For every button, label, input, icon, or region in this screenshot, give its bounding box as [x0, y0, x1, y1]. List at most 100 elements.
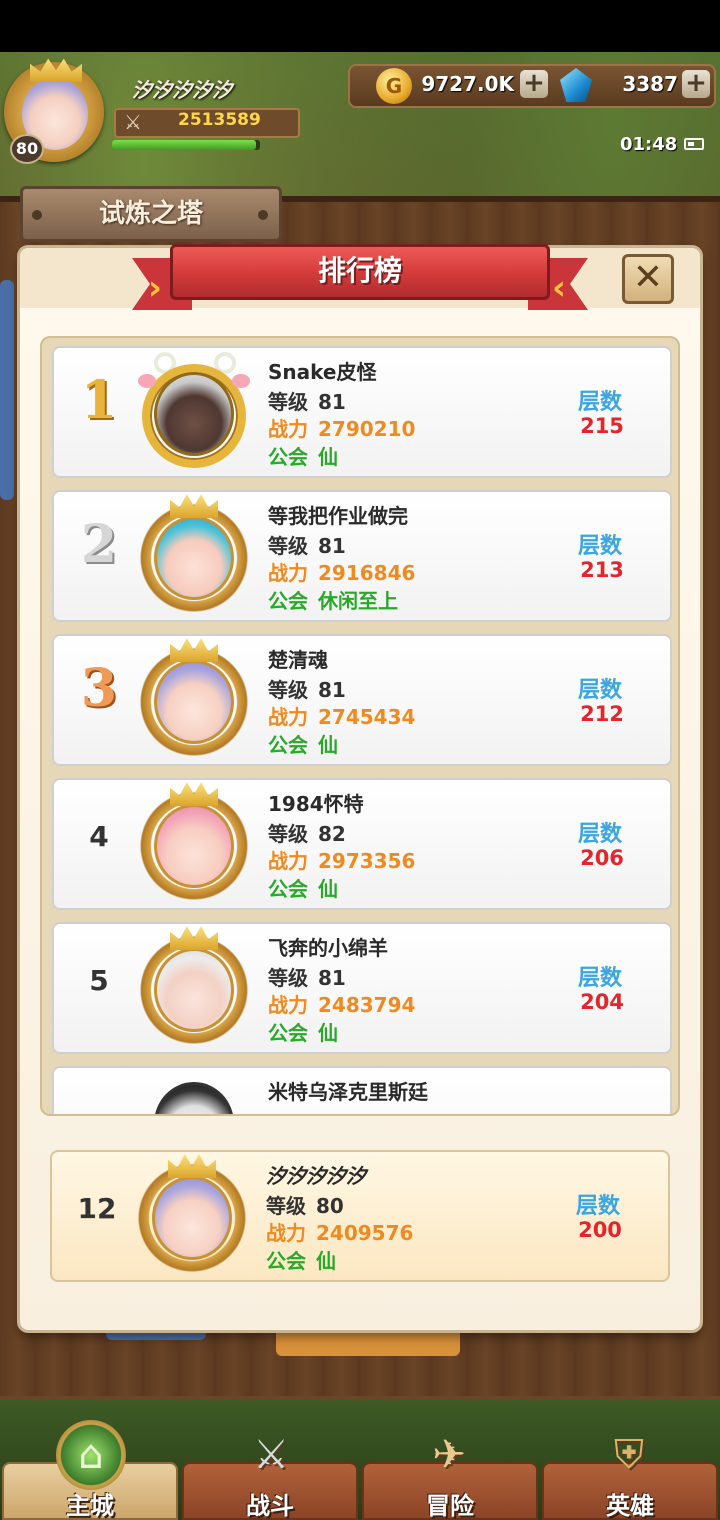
avatar-ornament — [138, 374, 156, 388]
rank-number: 1 — [80, 370, 118, 431]
floors-value: 215 — [580, 414, 624, 438]
ranking-row[interactable]: 3 楚清魂 等级 81 战力 2745434 公会仙 层数 212 — [52, 634, 672, 766]
level-stat: 等级 80 — [266, 1190, 344, 1219]
ranking-row[interactable]: 5 飞奔的小绵羊 等级 81 战力 2483794 公会仙 层数 204 — [52, 922, 672, 1054]
level-stat: 等级 82 — [268, 818, 346, 847]
power-label: 战力 — [268, 993, 308, 1017]
guild-stat: 公会仙 — [268, 441, 338, 470]
castle-icon[interactable]: ⌂ — [56, 1420, 126, 1490]
player-name: Snake皮怪 — [268, 360, 377, 384]
player-name: 米特乌泽克里斯廷 — [268, 1080, 428, 1104]
floors-value: 206 — [580, 846, 624, 870]
player-power-value: 2513589 — [178, 110, 261, 130]
guild-value: 仙 — [316, 1249, 336, 1273]
avatar — [154, 948, 234, 1032]
guild-value: 仙 — [318, 877, 338, 901]
power-stat: 战力 2973356 — [268, 845, 415, 874]
rank-number: 4 — [89, 820, 109, 853]
ranking-row[interactable]: 2 等我把作业做完 等级 81 战力 2916846 公会 休闲至上 层数 213 — [52, 490, 672, 622]
power-label: 战力 — [268, 849, 308, 873]
ranking-row[interactable]: 4 1984怀特 等级 82 战力 2973356 公会仙 层数 206 — [52, 778, 672, 910]
floors-value: 204 — [580, 990, 624, 1014]
power-value: 2973356 — [318, 849, 416, 873]
hero-shield-icon[interactable]: ⛨ — [594, 1420, 664, 1490]
avatar-ornament — [232, 374, 250, 388]
floors-value: 200 — [578, 1218, 622, 1242]
level-value: 81 — [318, 534, 346, 558]
power-label: 战力 — [268, 705, 308, 729]
rank-number: 2 — [80, 514, 118, 575]
nav-label: 主城 — [66, 1492, 114, 1520]
ranking-row[interactable]: 1 Snake皮怪 等级 81 战力 2790210 公会仙 层数 215 — [52, 346, 672, 478]
guild-stat: 公会仙 — [268, 1017, 338, 1046]
crossed-swords-icon[interactable]: ⚔ — [236, 1420, 306, 1490]
player-name: 1984怀特 — [268, 792, 364, 816]
power-value: 2745434 — [318, 705, 416, 729]
level-value: 81 — [318, 390, 346, 414]
rank-number: 12 — [77, 1192, 117, 1225]
battery-icon — [684, 138, 704, 150]
power-label: 战力 — [266, 1221, 306, 1245]
guild-stat: 公会仙 — [268, 873, 338, 902]
guild-label: 公会 — [268, 1021, 308, 1045]
floors-value: 212 — [580, 702, 624, 726]
level-stat: 等级 81 — [268, 674, 346, 703]
player-name: 汐汐汐汐汐 — [266, 1164, 366, 1188]
guild-label: 公会 — [268, 589, 308, 613]
gold-value: 9727.0K — [421, 72, 514, 96]
power-stat: 战力 2745434 — [268, 701, 415, 730]
level-label: 等级 — [268, 534, 308, 558]
guild-stat: 公会仙 — [268, 729, 338, 758]
rank-number: 5 — [89, 964, 109, 997]
guild-value: 仙 — [318, 1021, 338, 1045]
level-label: 等级 — [268, 390, 308, 414]
dialog-title: 排行榜 — [170, 244, 550, 300]
floors-label: 层数 — [578, 390, 623, 415]
chevron-right-icon: › — [148, 268, 163, 308]
player-name: 汐汐汐汐汐 — [132, 78, 232, 102]
guild-value: 休闲至上 — [318, 589, 398, 613]
power-label: 战力 — [268, 417, 308, 441]
floors-value: 213 — [580, 558, 624, 582]
level-stat: 等级 81 — [268, 530, 346, 559]
level-label: 等级 — [268, 678, 308, 702]
level-stat: 等级 81 — [268, 962, 346, 991]
power-value: 2409576 — [316, 1221, 414, 1245]
ranking-list[interactable]: 1 Snake皮怪 等级 81 战力 2790210 公会仙 层数 215 2 等我… — [40, 336, 680, 1116]
level-value: 81 — [318, 678, 346, 702]
player-exp-bar — [112, 140, 260, 150]
add-gold-button[interactable]: + — [520, 70, 548, 98]
ranking-row[interactable]: 米特乌泽克里斯廷 — [52, 1066, 672, 1114]
nav-label: 战斗 — [246, 1492, 294, 1520]
power-label: 战力 — [268, 561, 308, 585]
nav-label: 冒险 — [426, 1492, 474, 1520]
power-value: 2916846 — [318, 561, 416, 585]
guild-label: 公会 — [268, 733, 308, 757]
power-value: 2483794 — [318, 993, 416, 1017]
guild-label: 公会 — [268, 445, 308, 469]
system-status-bar — [0, 0, 720, 52]
plaque-rivet — [32, 210, 42, 220]
crossed-swords-icon: ⚔ — [124, 110, 142, 134]
map-scroll-icon[interactable]: ✈ — [414, 1420, 484, 1490]
player-name: 飞奔的小绵羊 — [268, 936, 388, 960]
add-gems-button[interactable]: + — [682, 70, 710, 98]
clock: 01:48 — [620, 134, 678, 155]
floors-label: 层数 — [578, 966, 623, 991]
level-label: 等级 — [266, 1194, 306, 1218]
my-ranking-row[interactable]: 12 汐汐汐汐汐 等级 80 战力 2409576 公会仙 层数 200 — [50, 1150, 670, 1282]
location-title: 试炼之塔 — [20, 186, 282, 242]
avatar — [154, 804, 234, 888]
avatar — [154, 372, 234, 456]
floors-label: 层数 — [578, 678, 623, 703]
guild-label: 公会 — [266, 1249, 306, 1273]
power-stat: 战力 2409576 — [266, 1217, 413, 1246]
power-stat: 战力 2483794 — [268, 989, 415, 1018]
power-stat: 战力 2790210 — [268, 413, 415, 442]
avatar — [154, 1082, 234, 1114]
floors-label: 层数 — [578, 822, 623, 847]
background-panel — [0, 280, 14, 500]
close-button[interactable]: ✕ — [622, 254, 674, 304]
level-value: 80 — [316, 1194, 344, 1218]
player-level-badge: 80 — [10, 134, 44, 164]
